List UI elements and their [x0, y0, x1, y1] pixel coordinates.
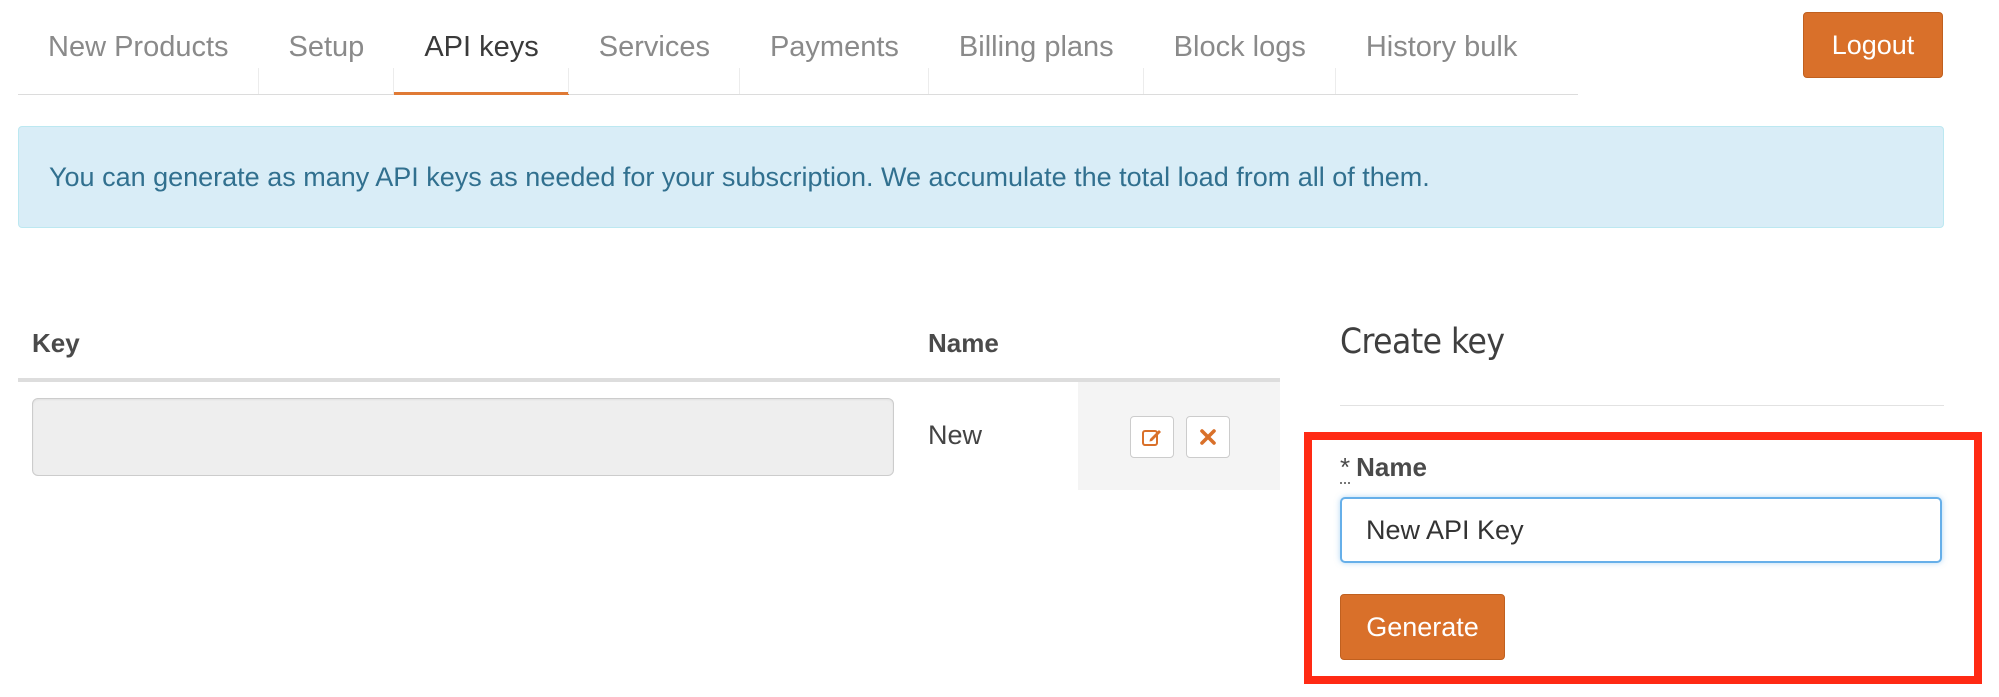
table-row: New [18, 382, 1280, 494]
tab-services[interactable]: Services [569, 0, 741, 94]
tab-api-keys[interactable]: API keys [394, 0, 570, 95]
main-tabs: New Products Setup API keys Services Pay… [18, 0, 1578, 95]
name-label-text: Name [1356, 452, 1427, 482]
tab-payments[interactable]: Payments [740, 0, 929, 94]
info-alert: You can generate as many API keys as nee… [18, 126, 1944, 228]
close-icon [1200, 429, 1216, 445]
tab-billing-plans[interactable]: Billing plans [929, 0, 1144, 94]
tab-history-bulk[interactable]: History bulk [1336, 0, 1548, 94]
logout-button[interactable]: Logout [1803, 12, 1943, 78]
column-header-key: Key [32, 328, 80, 358]
tab-label: New Products [48, 30, 229, 63]
tab-new-products[interactable]: New Products [18, 0, 259, 94]
active-tab-indicator [394, 92, 569, 95]
column-header-name: Name [928, 328, 999, 358]
tab-label: API keys [424, 30, 539, 63]
create-key-divider [1340, 405, 1944, 406]
key-name-cell: New [928, 420, 983, 450]
tab-setup[interactable]: Setup [259, 0, 395, 94]
tab-label: Setup [288, 30, 365, 63]
tab-label: Payments [769, 30, 899, 63]
api-keys-table: Key Name New [18, 316, 1280, 494]
edit-icon [1142, 430, 1161, 446]
tab-label: Services [598, 30, 710, 63]
tab-label: Block logs [1173, 30, 1306, 63]
create-key-title: Create key [1340, 322, 1505, 362]
row-actions [1078, 382, 1280, 490]
key-name-input[interactable] [1340, 497, 1942, 563]
required-marker: * [1340, 452, 1351, 484]
alert-text: You can generate as many API keys as nee… [49, 161, 1430, 192]
edit-key-button[interactable] [1130, 416, 1174, 458]
table-header: Key Name [18, 316, 1280, 382]
tab-label: Billing plans [958, 30, 1114, 63]
delete-key-button[interactable] [1186, 416, 1230, 458]
tab-block-logs[interactable]: Block logs [1144, 0, 1337, 94]
api-keys-page: New Products Setup API keys Services Pay… [0, 0, 1999, 697]
api-key-field[interactable] [32, 398, 894, 476]
tab-label: History bulk [1365, 30, 1518, 63]
generate-button[interactable]: Generate [1340, 594, 1505, 660]
name-field-label: * Name [1340, 452, 1427, 484]
